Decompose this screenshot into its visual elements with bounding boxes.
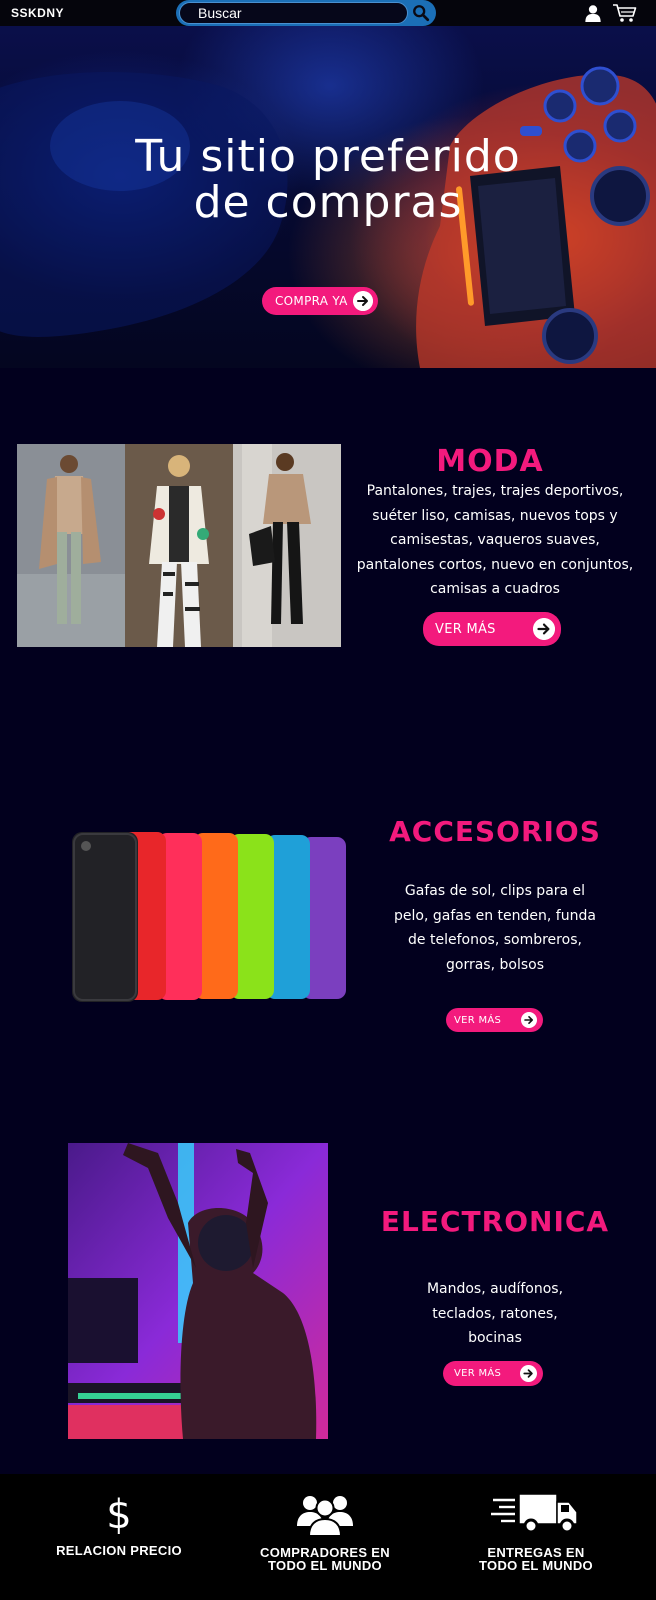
fashion-image bbox=[17, 444, 341, 647]
search-icon[interactable] bbox=[412, 4, 430, 22]
section-desc-fashion: Pantalones, trajes, trajes deportivos, s… bbox=[356, 483, 634, 597]
site-logo[interactable]: SSKDNY bbox=[11, 6, 64, 20]
delivery-truck-icon bbox=[491, 1493, 578, 1534]
svg-text:$: $ bbox=[106, 1492, 131, 1534]
features-footer: $ RELACION PRECIO COMPRADORES EN TODO EL… bbox=[0, 1474, 656, 1600]
hero-title: Tu sitio preferido de compras bbox=[0, 134, 656, 226]
feature-price-label: RELACION PRECIO bbox=[56, 1543, 182, 1558]
cart-icon[interactable] bbox=[612, 3, 638, 23]
see-more-fashion-button[interactable]: VER MÁS bbox=[423, 612, 561, 646]
shop-now-label: COMPRA YA bbox=[275, 294, 348, 308]
feature-worldwide-delivery: ENTREGAS EN TODO EL MUNDO bbox=[446, 1492, 626, 1572]
arrow-right-icon bbox=[520, 1365, 537, 1382]
see-more-accessories-label: VER MÁS bbox=[454, 1014, 502, 1026]
gamer-image bbox=[68, 1143, 328, 1439]
search-input[interactable] bbox=[198, 3, 398, 23]
feature-buyers-label-2: TODO EL MUNDO bbox=[268, 1558, 382, 1573]
hero-title-line-2: de compras bbox=[193, 177, 463, 228]
feature-price-value: $ RELACION PRECIO bbox=[29, 1492, 209, 1557]
shop-now-button[interactable]: COMPRA YA bbox=[262, 287, 378, 315]
top-navigation-bar: SSKDNY bbox=[0, 0, 656, 26]
see-more-accessories-button[interactable]: VER MÁS bbox=[446, 1008, 543, 1032]
phone-cases-image bbox=[70, 832, 352, 1006]
section-desc-accessories: Gafas de sol, clips para el pelo, gafas … bbox=[394, 883, 596, 973]
arrow-right-icon bbox=[521, 1012, 537, 1028]
search-field-wrapper bbox=[179, 2, 408, 24]
arrow-right-icon bbox=[533, 618, 555, 640]
see-more-fashion-label: VER MÁS bbox=[435, 621, 496, 637]
see-more-electronics-label: VER MÁS bbox=[454, 1368, 502, 1379]
hero-banner: Tu sitio preferido de compras COMPRA YA bbox=[0, 26, 656, 368]
hero-title-line-1: Tu sitio preferido bbox=[135, 131, 521, 182]
section-desc-electronics: Mandos, audífonos, teclados, ratones, bo… bbox=[426, 1281, 564, 1346]
see-more-electronics-button[interactable]: VER MÁS bbox=[443, 1361, 543, 1386]
section-title-electronics: ELECTRONICA bbox=[380, 1205, 610, 1238]
users-icon bbox=[297, 1496, 353, 1536]
search-bar bbox=[176, 0, 436, 26]
feature-worldwide-buyers: COMPRADORES EN TODO EL MUNDO bbox=[235, 1492, 415, 1572]
feature-delivery-label-2: TODO EL MUNDO bbox=[479, 1558, 593, 1573]
dollar-icon: $ bbox=[106, 1492, 131, 1534]
arrow-right-icon bbox=[353, 291, 373, 311]
user-icon[interactable] bbox=[584, 4, 602, 22]
section-title-fashion: MODA bbox=[436, 444, 544, 479]
section-title-accessories: ACCESORIOS bbox=[389, 815, 601, 848]
